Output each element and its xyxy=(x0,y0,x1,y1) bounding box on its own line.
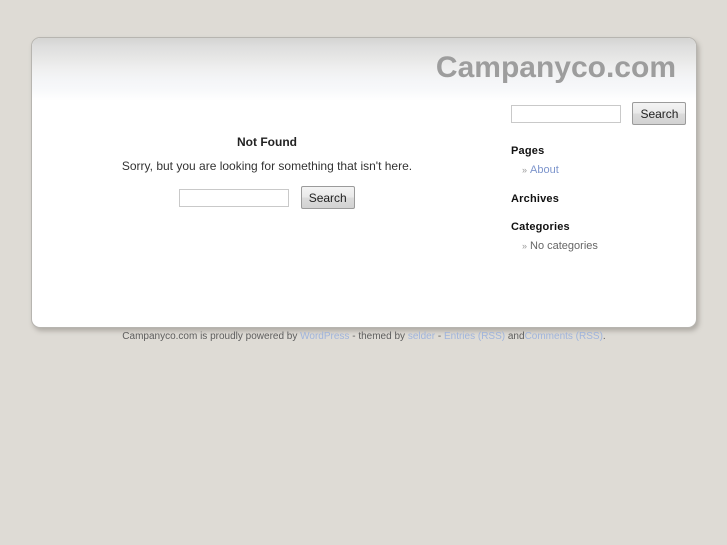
list-item: » About xyxy=(522,163,691,178)
site-container: Campanyco.com Not Found Sorry, but you a… xyxy=(31,37,697,328)
footer-text-3: - xyxy=(437,331,442,342)
footer-text-5: . xyxy=(602,331,606,342)
bullet-icon: » xyxy=(522,165,528,175)
sidebar-search-button[interactable]: Search xyxy=(632,102,687,125)
footer-link-wordpress[interactable]: WordPress xyxy=(300,331,349,342)
widget-list-pages: » About xyxy=(511,163,691,178)
footer-link-comments-rss[interactable]: Comments (RSS) xyxy=(525,331,603,342)
search-input[interactable] xyxy=(179,188,290,207)
site-footer: Campanyco.com is proudly powered by Word… xyxy=(31,331,697,342)
sidebar-search-form: Search xyxy=(511,102,687,125)
widget-title-categories: Categories xyxy=(511,221,570,233)
sidebar-link-about[interactable]: About xyxy=(530,164,559,176)
no-categories-label: No categories xyxy=(530,240,598,252)
footer-link-entries-rss[interactable]: Entries (RSS) xyxy=(444,331,505,342)
sidebar-search-input[interactable] xyxy=(511,104,621,123)
widget-title-archives: Archives xyxy=(511,193,560,205)
site-header: Campanyco.com xyxy=(32,38,696,101)
widget-pages: Pages » About xyxy=(511,145,691,178)
page-title: Not Found xyxy=(237,135,297,149)
widget-title-pages: Pages xyxy=(511,145,545,157)
footer-link-theme[interactable]: selder xyxy=(408,331,435,342)
content-search-form: Search xyxy=(32,186,502,209)
footer-text-4: and xyxy=(507,331,525,342)
not-found-message: Sorry, but you are looking for something… xyxy=(121,159,413,173)
list-item: » No categories xyxy=(522,239,691,254)
footer-text-1: Campanyco.com is proudly powered by xyxy=(122,331,298,342)
bullet-icon: » xyxy=(522,241,528,251)
footer-text-2: - themed by xyxy=(352,331,406,342)
page-wrapper: Campanyco.com Not Found Sorry, but you a… xyxy=(31,37,697,328)
widget-archives: Archives xyxy=(511,193,691,205)
site-title[interactable]: Campanyco.com xyxy=(436,50,676,86)
site-body: Not Found Sorry, but you are looking for… xyxy=(32,101,696,327)
widget-list-categories: » No categories xyxy=(511,239,691,254)
widget-categories: Categories » No categories xyxy=(511,221,691,254)
search-button[interactable]: Search xyxy=(300,186,355,209)
